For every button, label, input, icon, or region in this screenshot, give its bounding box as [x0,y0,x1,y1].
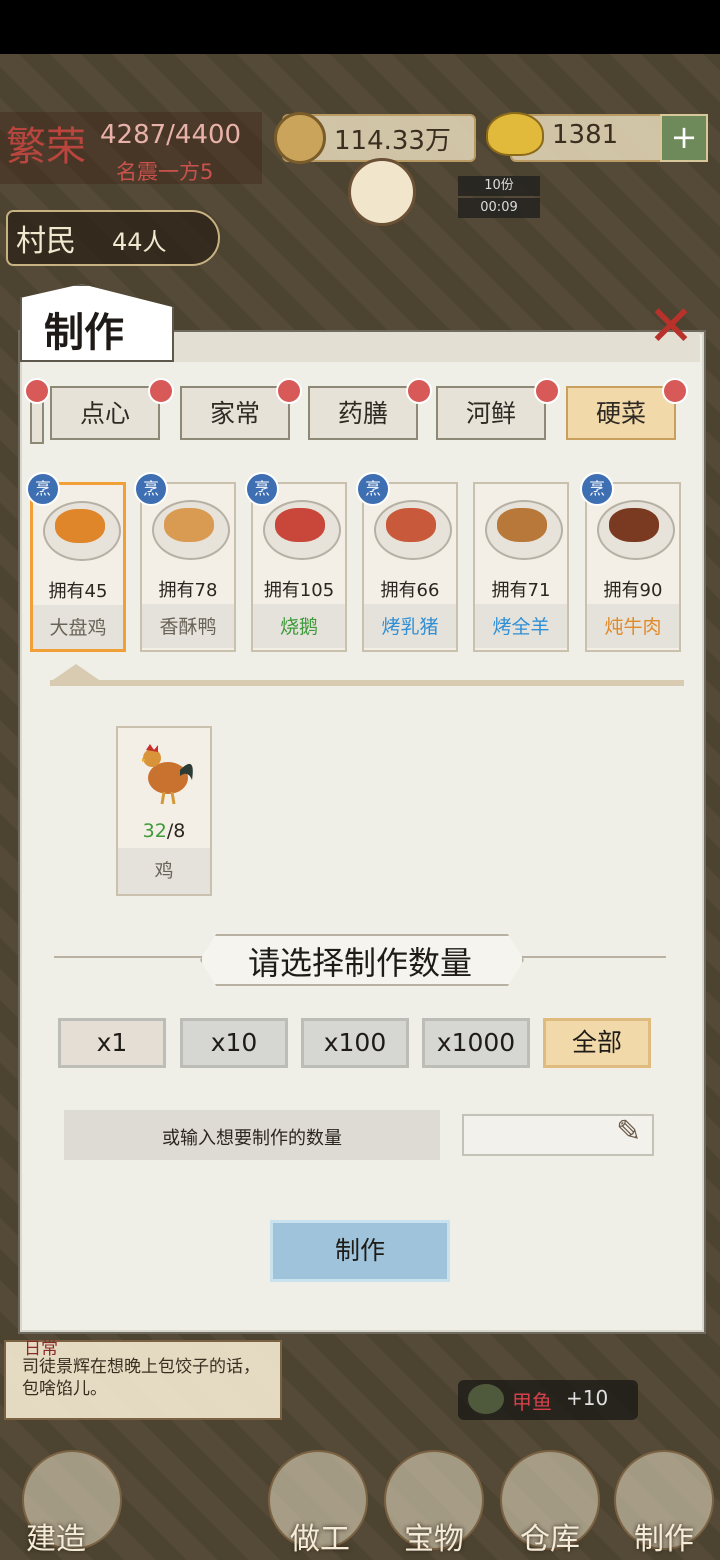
recipe-card-stewed-beef[interactable]: 拥有90 炖牛肉 [585,482,681,652]
notification-dot-icon [662,378,688,404]
dish-food-icon [497,508,547,542]
quantity-x1000-button[interactable]: x1000 [422,1018,530,1068]
category-tab-medicinal[interactable]: 药膳 [308,386,418,440]
dish-food-icon [609,508,659,542]
turtle-icon [468,1384,504,1414]
cook-badge-icon: 烹 [26,472,60,506]
gold-ingot-icon [486,112,544,156]
prosperity-logo: 繁荣 [6,124,86,170]
quantity-title: 请选择制作数量 [247,944,472,982]
quantity-input-label: 或输入想要制作的数量 [162,1128,342,1149]
ingredient-name: 鸡 [154,860,174,882]
nav-warehouse-label[interactable]: 仓库 [520,1514,580,1558]
recipe-name: 烤全羊 [492,616,550,638]
category-tab-main-dishes[interactable]: 硬菜 [566,386,676,440]
event-count: 10份 [458,176,540,196]
recipe-owned-count: 拥有105 [263,580,335,601]
recipe-card-roast-lamb[interactable]: 拥有71 烤全羊 [473,482,569,652]
recipe-owned-count: 拥有78 [158,580,218,601]
dish-food-icon [55,509,105,543]
nav-build-label[interactable]: 建造 [26,1514,86,1558]
quantity-all-button[interactable]: 全部 [543,1018,651,1068]
cook-badge-icon: 烹 [134,472,168,506]
recipe-owned-count: 拥有71 [491,580,551,601]
cook-badge-icon: 烹 [245,472,279,506]
quantity-x1-button[interactable]: x1 [58,1018,166,1068]
recipe-name: 大盘鸡 [49,617,107,639]
dish-food-icon [164,508,214,542]
copper-value: 114.33万 [334,126,451,156]
category-tab-river-fish[interactable]: 河鲜 [436,386,546,440]
recipe-name: 烧鹅 [279,616,318,638]
category-tab-home-style[interactable]: 家常 [180,386,290,440]
character-portrait-avatar[interactable] [348,158,416,226]
rooster-icon [142,744,193,805]
brush-icon: ✎ [616,1114,642,1149]
gold-value: 1381 [552,120,619,150]
make-button[interactable]: 制作 [270,1220,450,1282]
recipe-owned-count: 拥有90 [603,580,663,601]
recipe-card-dapanji[interactable]: 拥有45 大盘鸡 [30,482,126,652]
notification-dot-icon [406,378,432,404]
nav-work-label[interactable]: 做工 [290,1514,350,1558]
daily-text: 司徒景辉在想晚上包饺子的话，包啥馅儿。 [22,1357,260,1399]
recipe-card-roast-piglet[interactable]: 拥有66 烤乳猪 [362,482,458,652]
recipe-card-roast-goose[interactable]: 拥有105 烧鹅 [251,482,347,652]
cook-badge-icon: 烹 [356,472,390,506]
quantity-x100-button[interactable]: x100 [301,1018,409,1068]
reward-name: 甲鱼 [512,1390,552,1414]
dish-food-icon [275,508,325,542]
copper-coin-icon [274,112,326,164]
ingredient-required: /8 [166,820,186,842]
notification-dot-icon [534,378,560,404]
nav-craft-label[interactable]: 制作 [634,1514,694,1558]
prosperity-value: 4287/4400 [100,120,242,150]
close-icon[interactable]: ✕ [644,299,698,355]
ingredient-count: 32/8 [116,820,212,842]
notification-dot-icon [24,378,50,404]
category-tab-snacks[interactable]: 点心 [50,386,160,440]
recipe-card-crispy-duck[interactable]: 拥有78 香酥鸭 [140,482,236,652]
notification-dot-icon [148,378,174,404]
cook-badge-icon: 烹 [580,472,614,506]
notification-dot-icon [276,378,302,404]
event-timer: 00:09 [458,198,540,218]
recipe-name: 炖牛肉 [604,616,662,638]
ingredient-owned: 32 [142,820,167,842]
panel-title: 制作 [44,309,124,356]
nav-treasure-label[interactable]: 宝物 [404,1514,464,1558]
villagers-label: 村民 [16,224,76,259]
reward-value: +10 [566,1386,609,1410]
prosperity-rank: 名震一方5 [116,160,214,184]
dish-food-icon [386,508,436,542]
villagers-count: 44人 [112,228,167,256]
quantity-x10-button[interactable]: x10 [180,1018,288,1068]
recipe-owned-count: 拥有45 [48,581,108,602]
recipe-name: 烤乳猪 [381,616,439,638]
recipe-owned-count: 拥有66 [380,580,440,601]
section-divider [50,680,684,686]
recipe-name: 香酥鸭 [159,616,217,638]
add-gold-button[interactable]: + [660,114,708,162]
